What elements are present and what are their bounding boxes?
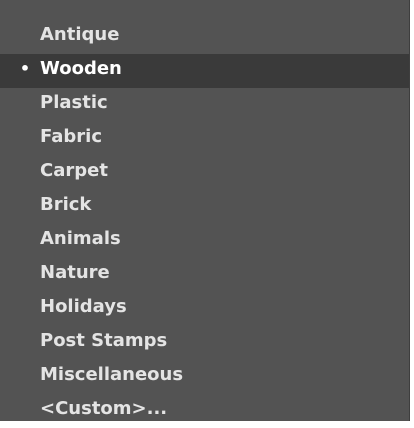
menu-item-nature[interactable]: Nature — [0, 258, 409, 292]
menu-item-label: Carpet — [40, 160, 108, 181]
menu-item-post-stamps[interactable]: Post Stamps — [0, 326, 409, 360]
menu-item-brick[interactable]: Brick — [0, 190, 409, 224]
menu-item-custom[interactable]: <Custom>... — [0, 394, 409, 428]
menu-item-fabric[interactable]: Fabric — [0, 122, 409, 156]
menu-item-antique[interactable]: Antique — [0, 20, 409, 54]
menu-item-label: <Custom>... — [40, 398, 168, 419]
menu-item-label: Nature — [40, 262, 110, 283]
menu-item-label: Holidays — [40, 296, 127, 317]
menu-item-plastic[interactable]: Plastic — [0, 88, 409, 122]
selected-bullet-icon: • — [19, 59, 31, 78]
menu-item-animals[interactable]: Animals — [0, 224, 409, 258]
menu-item-label: Antique — [40, 24, 120, 45]
menu-item-label: Miscellaneous — [40, 364, 184, 385]
menu-item-carpet[interactable]: Carpet — [0, 156, 409, 190]
menu-item-label: Fabric — [40, 126, 102, 147]
menu-item-label: Post Stamps — [40, 330, 168, 351]
menu-item-label: Brick — [40, 194, 92, 215]
menu-item-label: Wooden — [40, 58, 122, 79]
menu-item-label: Plastic — [40, 92, 108, 113]
menu-item-holidays[interactable]: Holidays — [0, 292, 409, 326]
menu-item-miscellaneous[interactable]: Miscellaneous — [0, 360, 409, 394]
menu-item-wooden[interactable]: • Wooden — [0, 54, 409, 88]
pattern-dropdown-menu: Antique • Wooden Plastic Fabric Carpet B… — [0, 0, 410, 421]
menu-item-label: Animals — [40, 228, 121, 249]
